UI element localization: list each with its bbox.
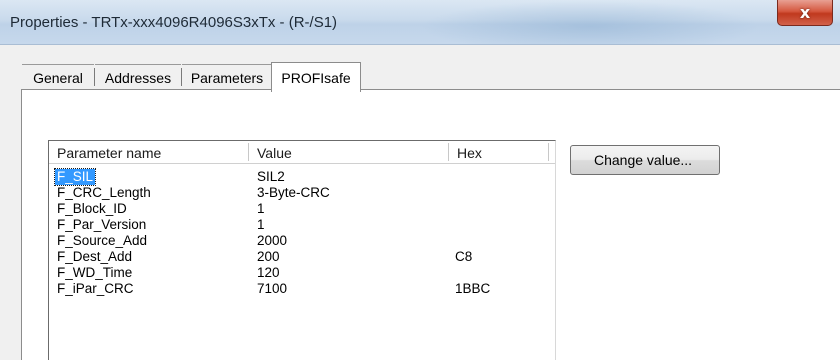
column-header-value[interactable]: Value <box>249 141 449 163</box>
table-row[interactable]: F_Source_Add 2000 <box>49 233 555 249</box>
parameter-value: SIL2 <box>257 169 285 184</box>
close-icon: x <box>799 3 811 22</box>
table-row[interactable]: F_WD_Time 120 <box>49 265 555 281</box>
tab-general[interactable]: General <box>22 64 94 90</box>
parameter-name: F_WD_Time <box>57 265 133 280</box>
change-value-button[interactable]: Change value... <box>570 145 720 175</box>
tab-parameters[interactable]: Parameters <box>182 64 272 90</box>
properties-dialog: Properties - TRTx-xxx4096R4096S3xTx - (R… <box>0 0 840 360</box>
parameter-name: F_Source_Add <box>57 233 148 248</box>
parameter-name: F_Par_Version <box>57 217 147 232</box>
parameter-value: 1 <box>257 217 265 232</box>
parameter-value: 120 <box>257 265 280 280</box>
parameter-name: F_iPar_CRC <box>57 281 134 296</box>
window-title: Properties - TRTx-xxx4096R4096S3xTx - (R… <box>10 14 338 31</box>
column-header-parameter-name[interactable]: Parameter name <box>49 141 249 163</box>
parameter-hex: 1BBC <box>455 281 491 296</box>
table-row[interactable]: F_Dest_Add 200 C8 <box>49 249 555 265</box>
tab-addresses[interactable]: Addresses <box>95 64 181 90</box>
tab-profisafe[interactable]: PROFIsafe <box>271 62 361 92</box>
parameter-value: 7100 <box>257 281 288 296</box>
parameter-value: 200 <box>257 249 280 264</box>
parameter-name: F_CRC_Length <box>57 185 151 200</box>
column-header-hex[interactable]: Hex <box>449 141 549 163</box>
table-row[interactable]: F_Block_ID 1 <box>49 201 555 217</box>
parameter-name: F_SIL <box>53 168 97 186</box>
table-row[interactable]: F_Par_Version 1 <box>49 217 555 233</box>
table-row[interactable]: F_SIL SIL2 <box>49 168 555 186</box>
title-bar-glass <box>420 0 760 44</box>
parameter-hex: C8 <box>455 249 473 264</box>
title-bar[interactable]: Properties - TRTx-xxx4096R4096S3xTx - (R… <box>0 0 840 45</box>
table-row[interactable]: F_iPar_CRC 7100 1BBC <box>49 281 555 297</box>
parameter-name: F_Dest_Add <box>57 249 133 264</box>
parameter-value: 2000 <box>257 233 288 248</box>
parameters-list[interactable]: Parameter name Value Hex F_SIL SIL2 F_CR… <box>48 140 556 360</box>
list-header: Parameter name Value Hex <box>49 141 555 164</box>
column-divider[interactable] <box>548 143 549 161</box>
parameter-value: 3-Byte-CRC <box>257 185 330 200</box>
close-button[interactable]: x <box>777 0 833 26</box>
parameter-value: 1 <box>257 201 265 216</box>
parameter-name: F_Block_ID <box>57 201 127 216</box>
table-row[interactable]: F_CRC_Length 3-Byte-CRC <box>49 185 555 201</box>
